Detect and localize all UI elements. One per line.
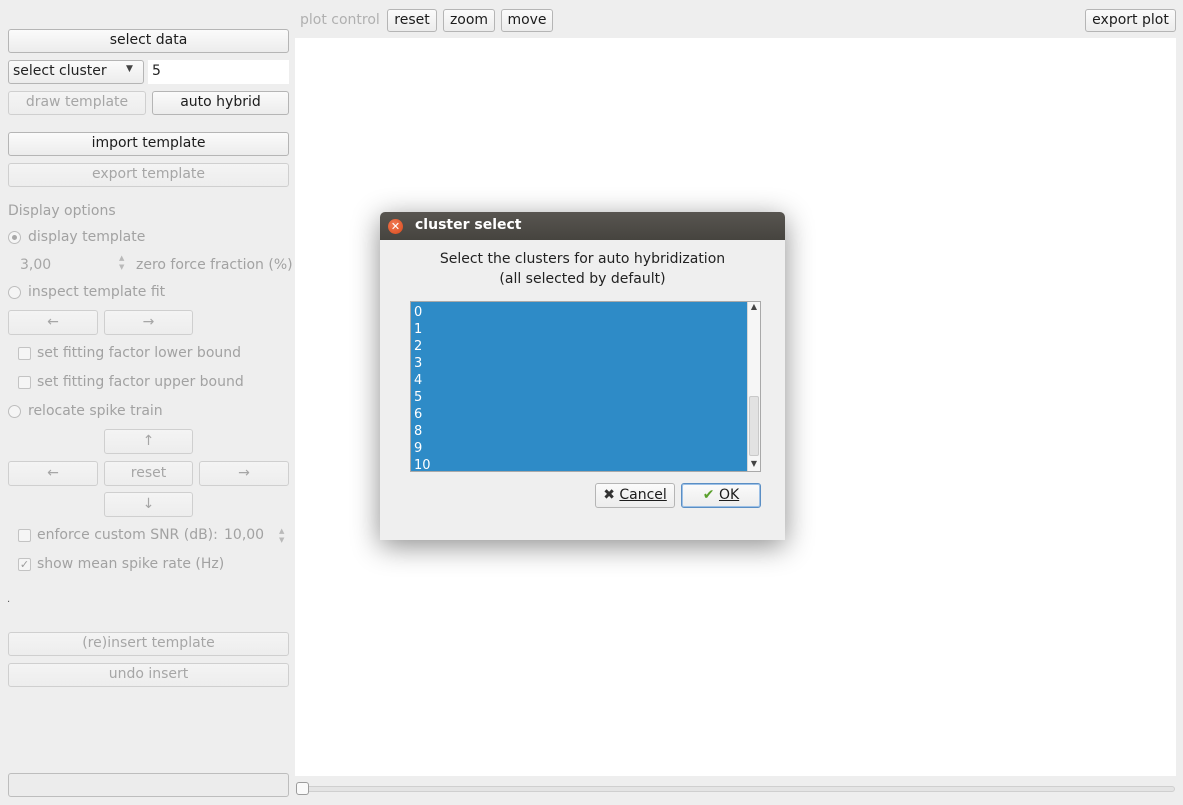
- fit-right-button[interactable]: →: [104, 310, 193, 335]
- snr-value[interactable]: 10,00: [224, 527, 264, 543]
- chevron-down-icon: ▼: [126, 64, 133, 74]
- dialog-message: Select the clusters for auto hybridizati…: [380, 249, 785, 289]
- display-template-radio[interactable]: [8, 231, 21, 244]
- cluster-list[interactable]: 0 1 2 3 4 5 6 8 9 10: [411, 302, 747, 471]
- list-item[interactable]: 1: [411, 321, 747, 338]
- fit-left-button[interactable]: ←: [8, 310, 98, 335]
- progress-bar: [8, 773, 289, 797]
- display-options-heading: Display options: [8, 203, 116, 219]
- import-template-button[interactable]: import template: [8, 132, 289, 156]
- mean-rate-checkbox[interactable]: ✓: [18, 558, 31, 571]
- zero-force-label: zero force fraction (%): [136, 257, 293, 273]
- move-button[interactable]: move: [501, 9, 553, 32]
- dialog-titlebar[interactable]: ✕ cluster select: [380, 212, 785, 240]
- list-item[interactable]: 5: [411, 389, 747, 406]
- checkmark-icon: ✔: [702, 487, 715, 503]
- upper-bound-label: set fitting factor upper bound: [37, 374, 244, 390]
- scroll-up-icon[interactable]: ▲: [748, 302, 760, 311]
- display-template-label: display template: [28, 229, 146, 245]
- spin-arrows-icon[interactable]: ▲ ▼: [119, 254, 124, 272]
- snr-label: enforce custom SNR (dB):: [37, 527, 218, 543]
- list-item[interactable]: 2: [411, 338, 747, 355]
- plot-control-label: plot control: [300, 12, 380, 28]
- status-dot: .: [7, 594, 11, 605]
- dialog-title: cluster select: [415, 217, 522, 233]
- relocate-label: relocate spike train: [28, 403, 163, 419]
- list-item[interactable]: 9: [411, 440, 747, 457]
- relocate-reset-button[interactable]: reset: [104, 461, 193, 486]
- upper-bound-checkbox[interactable]: [18, 376, 31, 389]
- export-plot-button[interactable]: export plot: [1085, 9, 1176, 32]
- move-up-button[interactable]: ↑: [104, 429, 193, 454]
- cluster-select-dialog: ✕ cluster select Select the clusters for…: [380, 212, 785, 540]
- zero-force-value: 3,00: [20, 257, 52, 273]
- lower-bound-checkbox[interactable]: [18, 347, 31, 360]
- inspect-fit-radio[interactable]: [8, 286, 21, 299]
- select-data-button[interactable]: select data: [8, 29, 289, 53]
- list-item[interactable]: 4: [411, 372, 747, 389]
- dialog-message-line1: Select the clusters for auto hybridizati…: [439, 251, 726, 267]
- cluster-listbox[interactable]: 0 1 2 3 4 5 6 8 9 10 ▲ ▼: [410, 301, 761, 472]
- zero-force-spinbox[interactable]: 3,00 ▲ ▼: [8, 254, 130, 276]
- move-down-button[interactable]: ↓: [104, 492, 193, 517]
- export-template-button[interactable]: export template: [8, 163, 289, 187]
- list-item[interactable]: 10: [411, 457, 747, 471]
- cancel-x-icon: ✖: [603, 487, 615, 503]
- move-right-button[interactable]: →: [199, 461, 289, 486]
- snr-checkbox[interactable]: [18, 529, 31, 542]
- list-item[interactable]: 3: [411, 355, 747, 372]
- scroll-down-icon[interactable]: ▼: [748, 459, 760, 468]
- list-scrollbar[interactable]: ▲ ▼: [747, 302, 760, 471]
- time-slider-track[interactable]: [300, 786, 1175, 792]
- cancel-button[interactable]: ✖ Cancel: [595, 483, 675, 508]
- scrollbar-thumb[interactable]: [749, 396, 759, 456]
- zoom-button[interactable]: zoom: [443, 9, 495, 32]
- select-cluster-dropdown[interactable]: select cluster ▼: [8, 60, 144, 84]
- cluster-number-field[interactable]: 5: [148, 60, 289, 84]
- draw-template-button[interactable]: draw template: [8, 91, 146, 115]
- cluster-number-value: 5: [152, 63, 161, 79]
- cancel-label: Cancel: [619, 487, 667, 503]
- inspect-fit-label: inspect template fit: [28, 284, 166, 300]
- undo-insert-button[interactable]: undo insert: [8, 663, 289, 687]
- reinsert-template-button[interactable]: (re)insert template: [8, 632, 289, 656]
- list-item[interactable]: 0: [411, 304, 747, 321]
- close-icon[interactable]: ✕: [388, 219, 403, 234]
- relocate-radio[interactable]: [8, 405, 21, 418]
- list-item[interactable]: 6: [411, 406, 747, 423]
- lower-bound-label: set fitting factor lower bound: [37, 345, 242, 361]
- auto-hybrid-button[interactable]: auto hybrid: [152, 91, 289, 115]
- list-item[interactable]: 8: [411, 423, 747, 440]
- move-left-button[interactable]: ←: [8, 461, 98, 486]
- spin-arrows-icon[interactable]: ▲ ▼: [279, 527, 284, 545]
- reset-button[interactable]: reset: [387, 9, 437, 32]
- select-cluster-label: select cluster: [13, 63, 107, 79]
- ok-label: OK: [718, 487, 740, 503]
- time-slider-handle[interactable]: [296, 782, 309, 795]
- dialog-message-line2: (all selected by default): [499, 271, 666, 287]
- mean-rate-label: show mean spike rate (Hz): [37, 556, 225, 572]
- ok-button[interactable]: ✔ OK: [681, 483, 761, 508]
